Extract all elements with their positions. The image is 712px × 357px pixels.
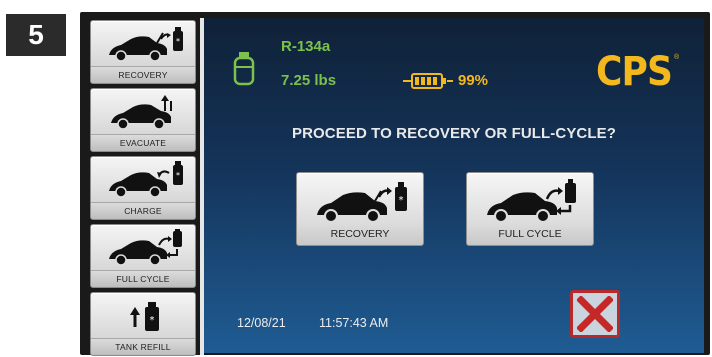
brand-logo: CPS — [596, 49, 673, 95]
sidebar-item-label: RECOVERY — [118, 70, 168, 80]
car-full-cycle-icon — [487, 179, 576, 223]
current-date: 12/08/21 — [237, 316, 286, 330]
current-time: 11:57:43 AM — [319, 316, 389, 330]
sidebar-item-label: CHARGE — [124, 206, 162, 216]
sidebar-item-tank-refill[interactable]: * TANK REFILL — [90, 292, 196, 356]
tank-to-car-icon: * — [109, 161, 183, 198]
car-evacuate-icon — [111, 95, 172, 130]
refrigerant-tank-icon — [233, 52, 255, 86]
recovery-button-label: RECOVERY — [330, 228, 390, 240]
car-to-tank-icon: * — [109, 27, 183, 62]
prompt-text: PROCEED TO RECOVERY OR FULL-CYCLE? — [292, 125, 616, 142]
svg-text:*: * — [176, 171, 180, 180]
svg-text:*: * — [150, 315, 155, 326]
sidebar-item-charge[interactable]: * CHARGE — [90, 156, 196, 220]
svg-text:*: * — [176, 37, 180, 46]
sidebar-item-recovery[interactable]: * RECOVERY — [90, 20, 196, 84]
car-to-tank-icon: * — [317, 182, 407, 223]
sidebar-item-label: TANK REFILL — [115, 342, 171, 352]
recovery-button[interactable]: * RECOVERY — [296, 172, 424, 246]
car-full-cycle-icon — [109, 229, 182, 266]
tank-refill-icon: * — [130, 302, 159, 331]
sidebar-item-evacuate[interactable]: EVACUATE — [90, 88, 196, 152]
full-cycle-button[interactable]: FULL CYCLE — [466, 172, 594, 246]
full-cycle-button-label: FULL CYCLE — [498, 228, 562, 240]
cancel-button[interactable] — [570, 290, 620, 338]
step-number-badge: 5 — [6, 14, 66, 56]
registered-mark: ® — [674, 54, 680, 61]
sidebar-item-label: FULL CYCLE — [116, 274, 170, 284]
refrigerant-weight: 7.25 lbs — [281, 72, 337, 89]
svg-text:*: * — [399, 195, 404, 206]
refrigerant-type: R-134a — [281, 38, 331, 55]
sidebar: * RECOVERY EVACUATE * CHARGE FULL CYCLE … — [86, 18, 198, 356]
battery-icon — [403, 73, 453, 89]
battery-percent: 99% — [458, 72, 489, 89]
sidebar-item-label: EVACUATE — [119, 138, 167, 148]
sidebar-item-full-cycle[interactable]: FULL CYCLE — [90, 224, 196, 288]
close-icon — [577, 296, 613, 332]
